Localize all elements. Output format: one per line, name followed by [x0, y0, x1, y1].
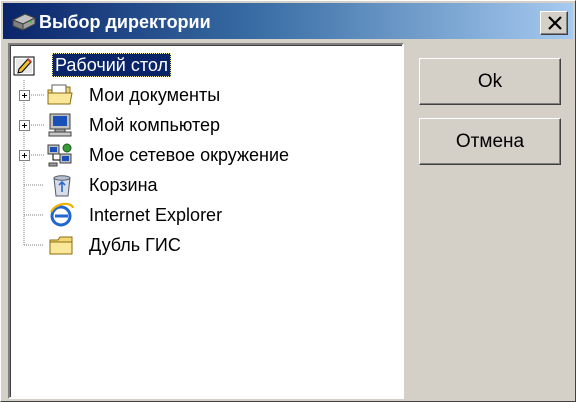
close-button[interactable] — [540, 11, 568, 35]
title-bar[interactable]: Выбор директории — [3, 3, 573, 39]
directory-tree[interactable]: Рабочий стол Мои документы Мой компьютер… — [8, 43, 404, 399]
recycle-bin-icon — [48, 172, 76, 198]
network-places-icon — [46, 142, 74, 168]
tree-node-desktop[interactable]: Рабочий стол — [52, 53, 171, 77]
tree-node-my-documents[interactable]: Мои документы — [89, 83, 220, 107]
desktop-icon — [13, 53, 37, 77]
expand-toggle-network-places[interactable] — [19, 150, 30, 161]
internet-explorer-icon — [48, 202, 76, 228]
tree-node-internet-explorer[interactable]: Internet Explorer — [89, 203, 222, 227]
my-documents-folder-icon — [46, 82, 74, 108]
tree-node-recycle-bin[interactable]: Корзина — [89, 173, 158, 197]
tree-node-dubl-gis[interactable]: Дубль ГИС — [89, 233, 181, 257]
expand-toggle-my-computer[interactable] — [19, 120, 30, 131]
ok-button[interactable]: Ok — [419, 58, 561, 105]
window-title: Выбор директории — [39, 12, 211, 32]
directory-picker-dialog: Выбор директории Рабочий стол Мои докуме… — [0, 0, 576, 402]
expand-toggle-my-documents[interactable] — [19, 90, 30, 101]
my-computer-icon — [46, 112, 74, 138]
tree-node-my-computer[interactable]: Мой компьютер — [89, 113, 220, 137]
drive-folder-icon — [11, 11, 37, 33]
cancel-button[interactable]: Отмена — [419, 118, 561, 165]
tree-node-network-places[interactable]: Мое сетевое окружение — [89, 143, 289, 167]
close-icon — [548, 16, 562, 30]
folder-icon — [48, 232, 76, 258]
